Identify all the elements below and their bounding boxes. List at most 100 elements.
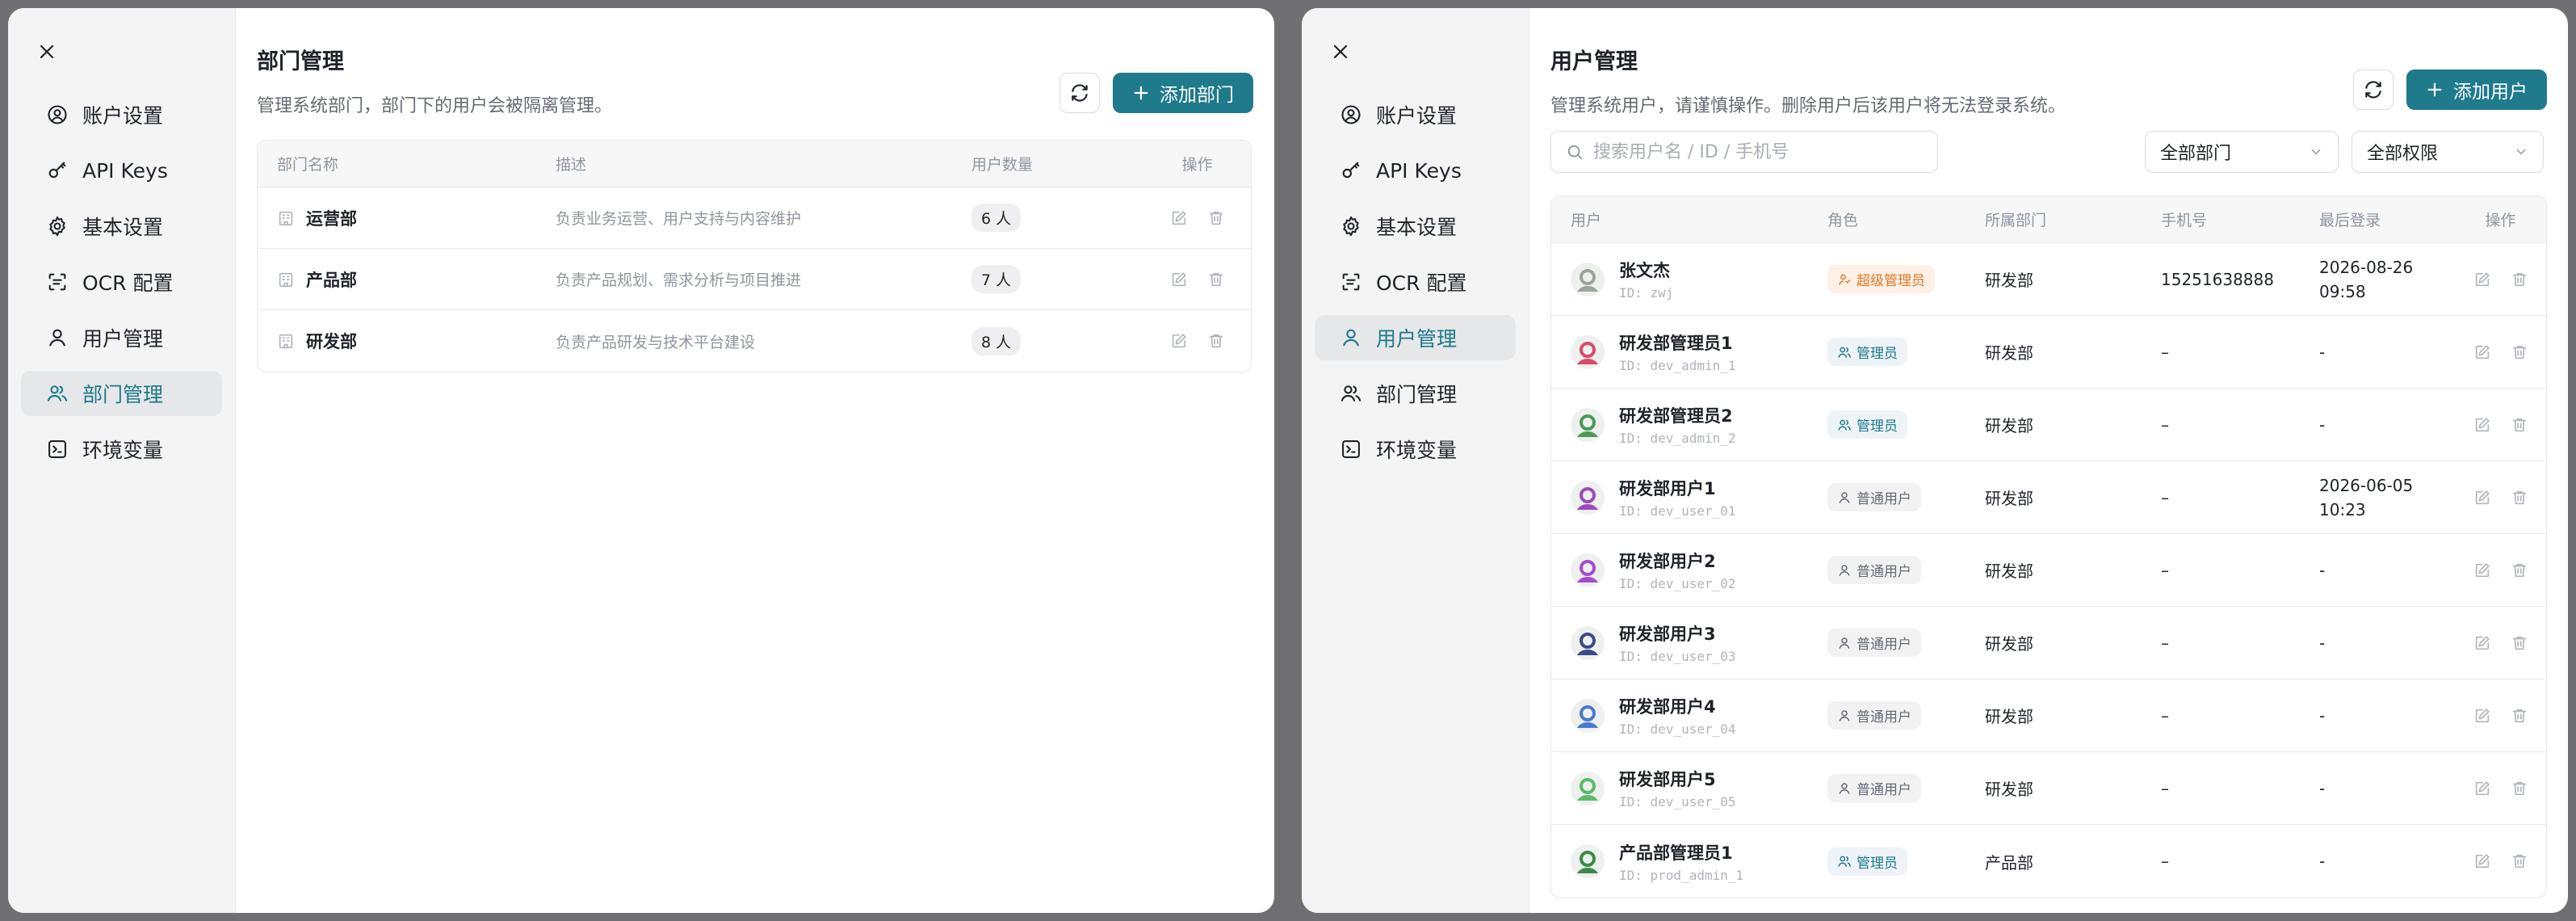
user-department: 研发部 <box>1985 561 2033 581</box>
edit-icon[interactable] <box>2473 852 2491 870</box>
edit-icon[interactable] <box>2473 489 2491 507</box>
avatar <box>1571 334 1605 369</box>
trash-icon[interactable] <box>2511 489 2528 507</box>
sidebar-item-scan[interactable]: OCR 配置 <box>21 259 222 305</box>
edit-icon[interactable] <box>2473 561 2491 579</box>
edit-icon[interactable] <box>2473 707 2491 725</box>
table-row: 研发部用户5 ID: dev_user_05 普通用户 研发部 – - <box>1551 752 2546 825</box>
add-department-button[interactable]: 添加部门 <box>1113 73 1253 113</box>
sidebar-item-label: API Keys <box>82 158 168 183</box>
edit-icon[interactable] <box>1170 209 1188 227</box>
sidebar-item-users[interactable]: 部门管理 <box>1315 371 1516 416</box>
page-title: 部门管理 <box>257 49 344 74</box>
users-icon <box>45 381 69 406</box>
edit-icon[interactable] <box>2473 416 2491 434</box>
user-cell: 研发部管理员1 ID: dev_admin_1 <box>1571 330 1808 373</box>
column-header: 所属部门 <box>1985 212 2047 229</box>
edit-icon[interactable] <box>2473 634 2491 652</box>
user-circle-icon <box>1339 103 1363 127</box>
user-name: 研发部用户2 <box>1619 552 1716 571</box>
trash-icon[interactable] <box>1207 209 1225 227</box>
edit-icon[interactable] <box>1170 332 1188 350</box>
edit-icon[interactable] <box>1170 271 1188 288</box>
row-actions <box>1143 332 1251 350</box>
role-filter-value: 全部权限 <box>2367 144 2439 164</box>
edit-icon[interactable] <box>2473 780 2491 797</box>
row-actions <box>2455 707 2546 725</box>
building-icon <box>279 211 293 225</box>
add-user-button[interactable]: 添加用户 <box>2406 69 2547 110</box>
sidebar-item-gear[interactable]: 基本设置 <box>1315 204 1516 249</box>
row-actions <box>1143 271 1251 288</box>
sidebar-item-terminal[interactable]: 环境变量 <box>21 427 222 472</box>
trash-icon[interactable] <box>2511 416 2528 434</box>
refresh-button[interactable] <box>2353 69 2393 110</box>
avatar <box>1571 698 1605 733</box>
sidebar-item-user[interactable]: 用户管理 <box>21 315 222 360</box>
sidebar-item-scan[interactable]: OCR 配置 <box>1315 259 1516 305</box>
table-row: 研发部管理员1 ID: dev_admin_1 管理员 研发部 – - <box>1551 316 2546 389</box>
sidebar-item-user[interactable]: 用户管理 <box>1315 315 1516 360</box>
close-button[interactable] <box>27 32 66 71</box>
department-table: 部门名称 描述 用户数量 操作 运营部 负责业务运营、用户支持与内容维护 6 人… <box>257 140 1252 372</box>
role-filter-select[interactable]: 全部权限 <box>2352 131 2544 173</box>
refresh-button[interactable] <box>1059 73 1100 113</box>
trash-icon[interactable] <box>1207 271 1225 288</box>
user-icon <box>1839 637 1850 649</box>
user-content: 用户管理 管理系统用户，请谨慎操作。删除用户后该用户将无法登录系统。 添加用户 … <box>1529 8 2568 913</box>
close-icon <box>40 44 54 59</box>
trash-icon[interactable] <box>2511 343 2528 361</box>
user-circle-icon <box>45 103 69 127</box>
role-badge: 管理员 <box>1827 410 1907 439</box>
trash-icon[interactable] <box>2511 707 2528 725</box>
edit-icon[interactable] <box>2473 271 2491 288</box>
trash-icon[interactable] <box>1207 332 1225 350</box>
table-row: 研发部管理员2 ID: dev_admin_2 管理员 研发部 – - <box>1551 389 2546 461</box>
sidebar-item-user-circle[interactable]: 账户设置 <box>1315 92 1516 137</box>
department-name: 产品部 <box>277 267 536 292</box>
column-header: 操作 <box>2485 212 2516 229</box>
search-input[interactable] <box>1593 141 1916 162</box>
user-phone: – <box>2161 852 2169 871</box>
sidebar-item-user-circle[interactable]: 账户设置 <box>21 92 222 137</box>
row-actions <box>2455 489 2546 507</box>
trash-icon[interactable] <box>2511 271 2528 288</box>
user-name: 研发部用户4 <box>1619 697 1716 717</box>
edit-icon[interactable] <box>2473 343 2491 361</box>
building-icon <box>279 272 293 287</box>
trash-icon[interactable] <box>2511 561 2528 579</box>
key-icon <box>45 158 69 183</box>
table-row: 研发部用户4 ID: dev_user_04 普通用户 研发部 – - <box>1551 679 2546 752</box>
department-name: 运营部 <box>277 206 536 230</box>
sidebar-item-key[interactable]: API Keys <box>21 148 222 193</box>
sidebar-item-label: 部门管理 <box>82 383 164 406</box>
sidebar-item-label: 环境变量 <box>82 439 164 462</box>
department-filter-select[interactable]: 全部部门 <box>2145 131 2339 173</box>
trash-icon[interactable] <box>2511 852 2528 870</box>
role-badge: 普通用户 <box>1827 629 1921 657</box>
table-row: 运营部 负责业务运营、用户支持与内容维护 6 人 <box>258 187 1251 249</box>
sidebar-item-gear[interactable]: 基本设置 <box>21 204 222 249</box>
refresh-icon <box>1072 84 1088 102</box>
user-phone: – <box>2161 414 2169 435</box>
row-actions <box>2455 634 2546 652</box>
user-cell: 产品部管理员1 ID: prod_admin_1 <box>1571 840 1808 883</box>
user-id: ID: dev_admin_2 <box>1619 431 1736 446</box>
column-header: 角色 <box>1827 212 1859 229</box>
user-phone: – <box>2161 778 2169 798</box>
sidebar-item-label: OCR 配置 <box>1376 271 1467 295</box>
gear-icon <box>1339 214 1363 238</box>
sidebar-item-key[interactable]: API Keys <box>1315 148 1516 193</box>
role-badge: 超级管理员 <box>1827 265 1935 293</box>
settings-nav: 账户设置 API Keys 基本设置 OCR 配置 用户管理 部门管理 环境变量 <box>8 92 235 472</box>
trash-icon[interactable] <box>2511 780 2528 797</box>
close-button[interactable] <box>1321 32 1360 71</box>
column-header: 部门名称 <box>277 156 339 174</box>
sidebar-item-terminal[interactable]: 环境变量 <box>1315 427 1516 472</box>
trash-icon[interactable] <box>2511 634 2528 652</box>
table-row: 产品部 负责产品规划、需求分析与项目推进 7 人 <box>258 249 1251 310</box>
key-icon <box>1339 158 1363 183</box>
sidebar-item-users[interactable]: 部门管理 <box>21 371 222 416</box>
users-icon <box>1339 381 1363 406</box>
user-icon <box>1839 564 1850 576</box>
